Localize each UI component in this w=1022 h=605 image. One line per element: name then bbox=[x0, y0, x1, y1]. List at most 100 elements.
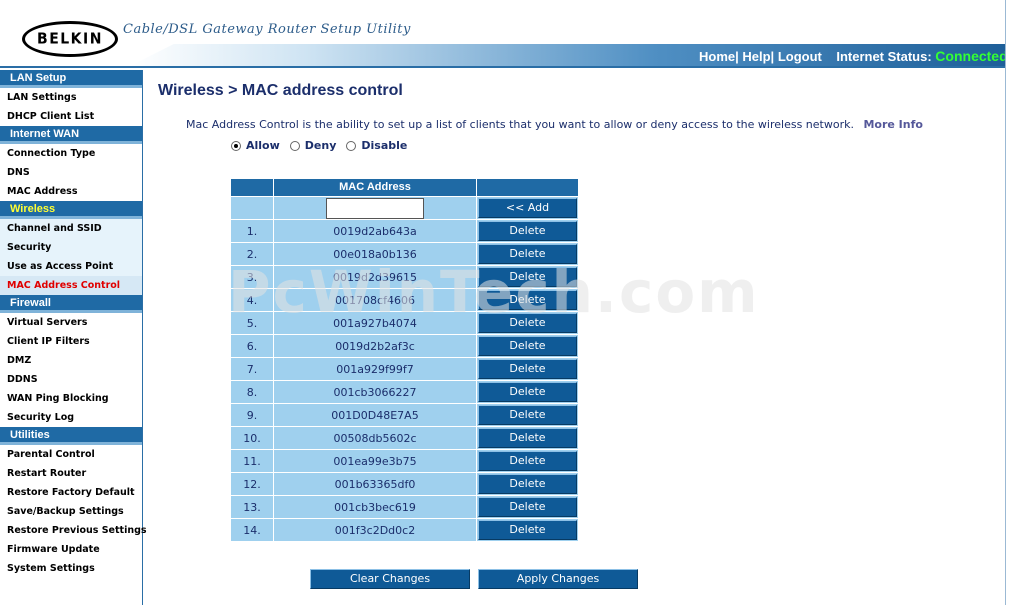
add-button[interactable]: << Add bbox=[478, 198, 577, 218]
row-number: 7. bbox=[231, 358, 274, 380]
row-number: 6. bbox=[231, 335, 274, 357]
table-row: 4. 001708cf4606 Delete bbox=[231, 288, 579, 311]
row-action-cell: Delete bbox=[477, 335, 579, 357]
sidebar-item-wan-ping-blocking[interactable]: WAN Ping Blocking bbox=[0, 389, 142, 408]
delete-button[interactable]: Delete bbox=[478, 382, 577, 402]
logout-link[interactable]: Logout bbox=[778, 49, 822, 64]
row-number: 1. bbox=[231, 220, 274, 242]
row-number: 8. bbox=[231, 381, 274, 403]
delete-button[interactable]: Delete bbox=[478, 359, 577, 379]
sidebar-item-mac-address[interactable]: MAC Address bbox=[0, 182, 142, 201]
table-row: 10. 00508db5602c Delete bbox=[231, 426, 579, 449]
right-frame-border bbox=[1005, 0, 1022, 605]
sidebar-item-dmz[interactable]: DMZ bbox=[0, 351, 142, 370]
delete-button[interactable]: Delete bbox=[478, 244, 577, 264]
sidebar-item-virtual-servers[interactable]: Virtual Servers bbox=[0, 313, 142, 332]
delete-button[interactable]: Delete bbox=[478, 520, 577, 540]
mode-allow-option[interactable]: Allow bbox=[231, 139, 280, 152]
sidebar-item-restore-factory-default[interactable]: Restore Factory Default bbox=[0, 483, 142, 502]
sidebar-item-restart-router[interactable]: Restart Router bbox=[0, 464, 142, 483]
mac-address-value: 001f3c2Dd0c2 bbox=[274, 519, 477, 541]
mode-disable-option[interactable]: Disable bbox=[346, 139, 407, 152]
sidebar-item-lan-settings[interactable]: LAN Settings bbox=[0, 88, 142, 107]
home-link[interactable]: Home| bbox=[699, 49, 739, 64]
delete-button[interactable]: Delete bbox=[478, 290, 577, 310]
sidebar-item-security-log[interactable]: Security Log bbox=[0, 408, 142, 427]
sidebar-item-firmware-update[interactable]: Firmware Update bbox=[0, 540, 142, 559]
table-header-row: MAC Address bbox=[231, 179, 579, 196]
app-title: Cable/DSL Gateway Router Setup Utility bbox=[123, 22, 411, 37]
table-row: 5. 001a927b4074 Delete bbox=[231, 311, 579, 334]
delete-button[interactable]: Delete bbox=[478, 221, 577, 241]
table-row: 7. 001a929f99f7 Delete bbox=[231, 357, 579, 380]
row-number: 13. bbox=[231, 496, 274, 518]
table-row: 8. 001cb3066227 Delete bbox=[231, 380, 579, 403]
sidebar-item-restore-previous-settings[interactable]: Restore Previous Settings bbox=[0, 521, 147, 540]
sidebar-item-use-as-access-point[interactable]: Use as Access Point bbox=[0, 257, 142, 276]
allow-radio[interactable] bbox=[231, 140, 241, 151]
clear-changes-button[interactable]: Clear Changes bbox=[310, 569, 470, 589]
more-info-link[interactable]: More Info bbox=[863, 118, 923, 131]
sidebar-section-wireless: Wireless bbox=[0, 201, 142, 219]
mac-address-value: 001cb3bec619 bbox=[274, 496, 477, 518]
delete-button[interactable]: Delete bbox=[478, 336, 577, 356]
sidebar-item-ddns[interactable]: DDNS bbox=[0, 370, 142, 389]
mac-address-value: 001D0D48E7A5 bbox=[274, 404, 477, 426]
table-row: 14. 001f3c2Dd0c2 Delete bbox=[231, 518, 579, 541]
row-action-cell: Delete bbox=[477, 381, 579, 403]
table-row: 1. 0019d2ab643a Delete bbox=[231, 219, 579, 242]
row-action-cell: Delete bbox=[477, 266, 579, 288]
sidebar-item-system-settings[interactable]: System Settings bbox=[0, 559, 142, 578]
intro-description: Mac Address Control is the ability to se… bbox=[186, 118, 854, 131]
top-links: Home| Help| Logout Internet Status: Conn… bbox=[699, 48, 1008, 64]
delete-button[interactable]: Delete bbox=[478, 405, 577, 425]
table-row: 13. 001cb3bec619 Delete bbox=[231, 495, 579, 518]
sidebar-item-mac-address-control[interactable]: MAC Address Control bbox=[0, 276, 142, 295]
mac-address-input[interactable] bbox=[326, 197, 424, 219]
mac-address-value: 001b63365df0 bbox=[274, 473, 477, 495]
sidebar-item-dhcp-client-list[interactable]: DHCP Client List bbox=[0, 107, 142, 126]
page-title: Wireless > MAC address control bbox=[158, 82, 403, 99]
action-column-header bbox=[477, 179, 579, 196]
mac-address-value: 0019d2ab643a bbox=[274, 220, 477, 242]
allow-label: Allow bbox=[246, 139, 280, 152]
disable-label: Disable bbox=[361, 139, 408, 152]
apply-changes-button[interactable]: Apply Changes bbox=[478, 569, 638, 589]
delete-button[interactable]: Delete bbox=[478, 428, 577, 448]
mac-address-table: MAC Address << Add 1. 0019d2ab643a Delete 2… bbox=[231, 179, 579, 541]
delete-button[interactable]: Delete bbox=[478, 451, 577, 471]
row-action-cell: Delete bbox=[477, 450, 579, 472]
row-action-cell: Delete bbox=[477, 473, 579, 495]
sidebar-item-client-ip-filters[interactable]: Client IP Filters bbox=[0, 332, 142, 351]
disable-radio[interactable] bbox=[346, 140, 357, 151]
delete-button[interactable]: Delete bbox=[478, 474, 577, 494]
sidebar-section-utilities: Utilities bbox=[0, 427, 142, 445]
sidebar-item-connection-type[interactable]: Connection Type bbox=[0, 144, 142, 163]
sidebar-item-parental-control[interactable]: Parental Control bbox=[0, 445, 142, 464]
mode-deny-option[interactable]: Deny bbox=[289, 139, 336, 152]
sidebar-item-security[interactable]: Security bbox=[0, 238, 142, 257]
table-row: 11. 001ea99e3b75 Delete bbox=[231, 449, 579, 472]
row-action-cell: Delete bbox=[477, 289, 579, 311]
help-link[interactable]: Help| bbox=[742, 49, 774, 64]
row-number: 4. bbox=[231, 289, 274, 311]
row-number: 9. bbox=[231, 404, 274, 426]
deny-radio[interactable] bbox=[289, 140, 300, 151]
sidebar-item-save-backup-settings[interactable]: Save/Backup Settings bbox=[0, 502, 142, 521]
mac-address-value: 00508db5602c bbox=[274, 427, 477, 449]
row-number: 2. bbox=[231, 243, 274, 265]
delete-button[interactable]: Delete bbox=[478, 497, 577, 517]
row-action-cell: Delete bbox=[477, 496, 579, 518]
table-row: 3. 0019d2d39615 Delete bbox=[231, 265, 579, 288]
delete-button[interactable]: Delete bbox=[478, 267, 577, 287]
sidebar-item-dns[interactable]: DNS bbox=[0, 163, 142, 182]
sidebar-item-channel-and-ssid[interactable]: Channel and SSID bbox=[0, 219, 142, 238]
delete-button[interactable]: Delete bbox=[478, 313, 577, 333]
add-row-input-cell bbox=[274, 197, 477, 219]
mode-selector: Allow Deny Disable bbox=[231, 139, 417, 152]
mac-address-value: 0019d2d39615 bbox=[274, 266, 477, 288]
table-row: 2. 00e018a0b136 Delete bbox=[231, 242, 579, 265]
row-action-cell: Delete bbox=[477, 404, 579, 426]
sidebar-nav: LAN Setup LAN Settings DHCP Client List Int… bbox=[0, 70, 147, 605]
belkin-logo: BELKIN bbox=[22, 21, 118, 57]
